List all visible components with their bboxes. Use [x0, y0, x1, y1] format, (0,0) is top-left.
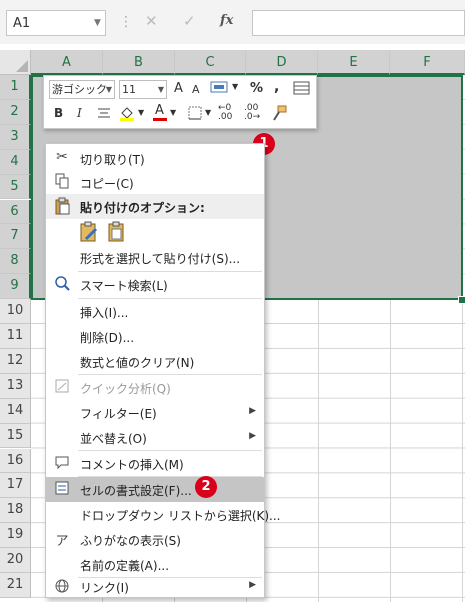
- menu-item-smart-lookup[interactable]: スマート検索(L): [46, 272, 264, 297]
- menu-header-paste-options: 貼り付けのオプション:: [46, 194, 264, 219]
- row-header-2[interactable]: 2: [0, 99, 31, 125]
- menu-item-quick-analysis: クイック分析(Q): [46, 375, 264, 400]
- paste-keep-format-icon[interactable]: [78, 221, 100, 243]
- menu-item-paste-special[interactable]: 形式を選択して貼り付け(S)...: [46, 245, 264, 270]
- chevron-down-icon[interactable]: ▼: [170, 108, 176, 117]
- borders-icon[interactable]: [187, 105, 203, 121]
- formula-bar-grip: ⋮: [119, 14, 133, 30]
- font-name-select[interactable]: 游ゴシック ▼: [49, 80, 115, 99]
- row-header-9[interactable]: 9: [0, 274, 31, 300]
- grow-font-button[interactable]: A: [174, 81, 183, 96]
- paste-values-icon[interactable]: [106, 221, 128, 243]
- furigana-icon: ア: [55, 534, 69, 549]
- paste-icon: [52, 197, 72, 216]
- increase-decimal-button[interactable]: ←0.00: [218, 104, 232, 122]
- submenu-arrow-icon: ▶: [249, 431, 256, 441]
- menu-item-copy[interactable]: コピー(C): [46, 170, 264, 195]
- column-header-a[interactable]: A: [31, 50, 103, 75]
- menu-item-filter[interactable]: フィルター(E) ▶: [46, 400, 264, 425]
- chevron-down-icon[interactable]: ▼: [138, 108, 144, 117]
- column-header-f[interactable]: F: [390, 50, 465, 75]
- row-header-3[interactable]: 3: [0, 124, 31, 150]
- row-header-20[interactable]: 20: [0, 548, 31, 573]
- chevron-down-icon[interactable]: ▼: [205, 108, 211, 117]
- row-header-21[interactable]: 21: [0, 573, 31, 598]
- row-header-1[interactable]: 1: [0, 75, 31, 100]
- menu-item-link[interactable]: リンク(I) ▶: [46, 578, 264, 596]
- shrink-font-button[interactable]: A: [192, 83, 200, 96]
- decrease-decimal-button[interactable]: .00.0→: [244, 104, 260, 122]
- menu-item-show-furigana[interactable]: ア ふりがなの表示(S): [46, 527, 264, 552]
- fill-color-icon[interactable]: [118, 104, 136, 122]
- scissors-icon: ✂: [56, 149, 68, 165]
- submenu-arrow-icon: ▶: [249, 580, 256, 590]
- comma-style-button[interactable]: ,: [274, 79, 279, 95]
- row-header-10[interactable]: 10: [0, 299, 31, 324]
- row-header-6[interactable]: 6: [0, 199, 31, 225]
- row-header-17[interactable]: 17: [0, 473, 31, 499]
- menu-item-delete[interactable]: 削除(D)...: [46, 324, 264, 349]
- row-header-4[interactable]: 4: [0, 149, 31, 175]
- font-size-value: 11: [122, 83, 136, 96]
- copy-icon: [52, 173, 72, 192]
- row-header-11[interactable]: 11: [0, 324, 31, 349]
- row-header-15[interactable]: 15: [0, 423, 31, 449]
- quick-analysis-icon: [52, 378, 72, 397]
- submenu-arrow-icon: ▶: [249, 406, 256, 416]
- row-header-13[interactable]: 13: [0, 373, 31, 399]
- menu-item-insert-comment[interactable]: コメントの挿入(M): [46, 451, 264, 476]
- italic-button[interactable]: I: [77, 106, 82, 120]
- row-header-7[interactable]: 7: [0, 224, 31, 250]
- menu-item-cut[interactable]: ✂ 切り取り(T): [46, 146, 264, 171]
- name-box[interactable]: A1 ▼: [6, 10, 106, 36]
- font-color-icon[interactable]: A: [152, 103, 168, 123]
- cancel-entry-icon[interactable]: ✕: [145, 12, 158, 30]
- format-painter-table-icon[interactable]: [292, 80, 312, 96]
- row-header-8[interactable]: 8: [0, 249, 31, 275]
- step-badge-2: 2: [195, 476, 217, 498]
- chevron-down-icon: ▼: [105, 85, 112, 94]
- menu-item-insert[interactable]: 挿入(I)...: [46, 299, 264, 324]
- menu-item-pick-from-list[interactable]: ドロップダウン リストから選択(K)...: [46, 502, 281, 527]
- formula-bar: A1 ▼ ⋮ ✕ ✓ fx: [0, 0, 465, 44]
- format-painter-icon[interactable]: [270, 104, 288, 122]
- row-header-14[interactable]: 14: [0, 398, 31, 424]
- percent-style-button[interactable]: %: [250, 81, 263, 96]
- enter-check-icon[interactable]: ✓: [183, 12, 196, 30]
- format-cells-icon: [52, 480, 72, 499]
- row-header-19[interactable]: 19: [0, 523, 31, 549]
- chevron-down-icon: ▼: [157, 85, 164, 94]
- menu-item-format-cells[interactable]: セルの書式設定(F)...: [46, 477, 264, 502]
- column-header-c[interactable]: C: [175, 50, 246, 75]
- align-center-icon[interactable]: [96, 105, 112, 121]
- menu-item-define-name[interactable]: 名前の定義(A)...: [46, 552, 264, 577]
- column-header-b[interactable]: B: [103, 50, 175, 75]
- menu-item-clear-contents[interactable]: 数式と値のクリア(N): [46, 349, 264, 374]
- formula-input[interactable]: [252, 10, 465, 36]
- column-header-d[interactable]: D: [246, 50, 318, 75]
- row-header-12[interactable]: 12: [0, 348, 31, 374]
- select-all-triangle-icon[interactable]: [16, 60, 28, 72]
- font-size-select[interactable]: 11 ▼: [119, 80, 167, 99]
- menu-item-sort[interactable]: 並べ替え(O) ▶: [46, 425, 264, 450]
- name-box-value: A1: [13, 16, 31, 31]
- smart-lookup-icon: [52, 275, 72, 294]
- mini-toolbar: 游ゴシック ▼ 11 ▼ A A ▼ % , B I ▼ A ▼ ▼ ←0.00 .…: [43, 75, 317, 129]
- insert-function-button[interactable]: fx: [220, 13, 233, 28]
- context-menu: ✂ 切り取り(T) コピー(C) 貼り付けのオプション: 形式を選択して貼り付け…: [45, 143, 281, 598]
- bold-button[interactable]: B: [54, 106, 63, 120]
- font-name-value: 游ゴシック: [52, 83, 107, 96]
- row-header-18[interactable]: 18: [0, 498, 31, 524]
- number-format-icon[interactable]: [210, 80, 230, 96]
- comment-icon: [52, 454, 72, 473]
- chevron-down-icon[interactable]: ▼: [232, 82, 238, 91]
- fill-handle[interactable]: [458, 296, 465, 304]
- row-header-5[interactable]: 5: [0, 174, 31, 200]
- link-icon: [52, 578, 72, 597]
- column-header-e[interactable]: E: [318, 50, 390, 75]
- chevron-down-icon[interactable]: ▼: [94, 18, 101, 28]
- row-header-16[interactable]: 16: [0, 448, 31, 474]
